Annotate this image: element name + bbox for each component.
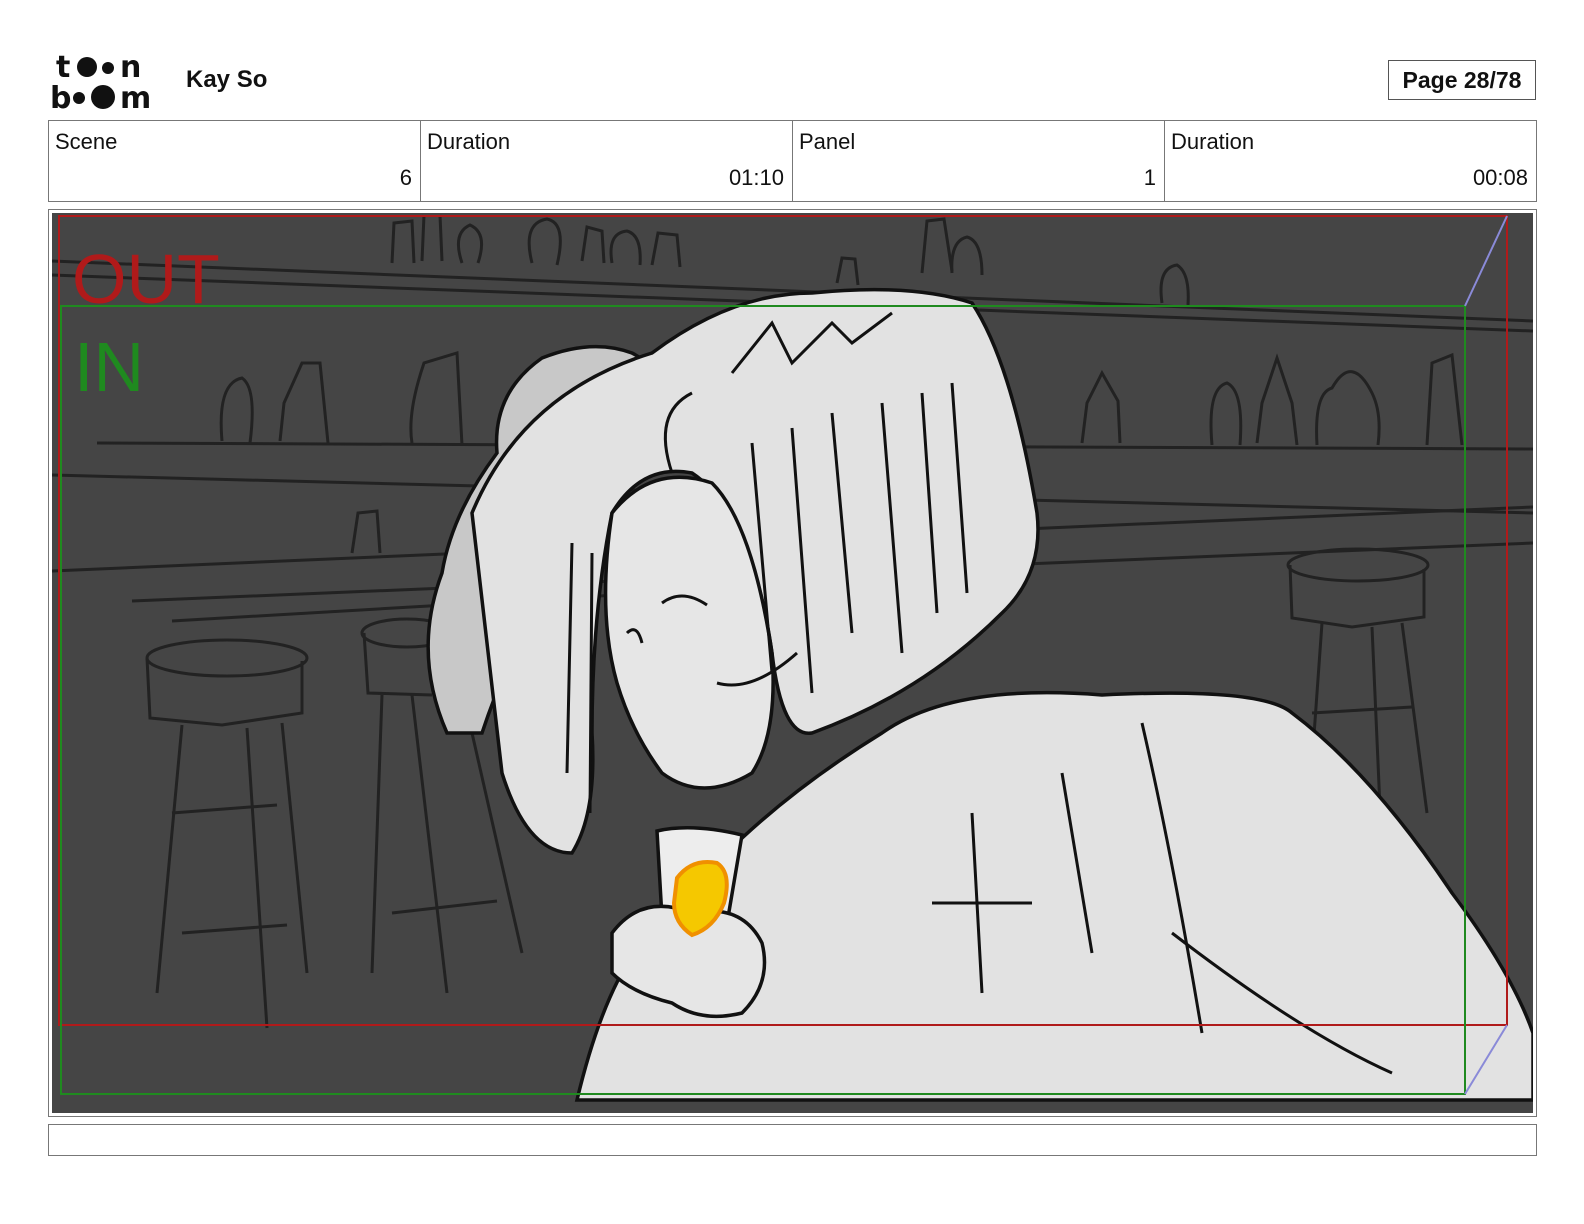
panel-caption-box: [48, 1124, 1537, 1156]
scene-value: 6: [399, 165, 412, 190]
panel-duration-value: 00:08: [1472, 165, 1528, 190]
svg-text:t: t: [56, 50, 70, 85]
panel-cell: Panel 1: [793, 121, 1165, 201]
scene-cell: Scene 6: [49, 121, 421, 201]
panel-duration-label: Duration: [1171, 129, 1255, 154]
author-name: Kay So: [186, 66, 268, 93]
out-label: OUT: [72, 240, 220, 318]
panel-duration-cell: Duration 00:08: [1165, 121, 1536, 201]
svg-text:b: b: [50, 81, 71, 112]
scene-duration-value: 01:10: [728, 165, 784, 190]
scene-info-table: Scene 6 Duration 01:10 Panel 1 Duration …: [48, 120, 1537, 202]
panel-label: Panel: [799, 129, 856, 154]
scene-duration-label: Duration: [427, 129, 511, 154]
svg-text:n: n: [120, 50, 141, 85]
page-indicator: Page 28/78: [1388, 60, 1536, 100]
storyboard-panel-image: OUT IN: [52, 213, 1533, 1113]
svg-text:m: m: [120, 81, 151, 112]
panel-value: 1: [1143, 165, 1156, 190]
scene-duration-cell: Duration 01:10: [421, 121, 793, 201]
toonboom-logo: t n b m: [50, 50, 151, 112]
scene-label: Scene: [55, 129, 118, 154]
in-label: IN: [74, 328, 144, 406]
